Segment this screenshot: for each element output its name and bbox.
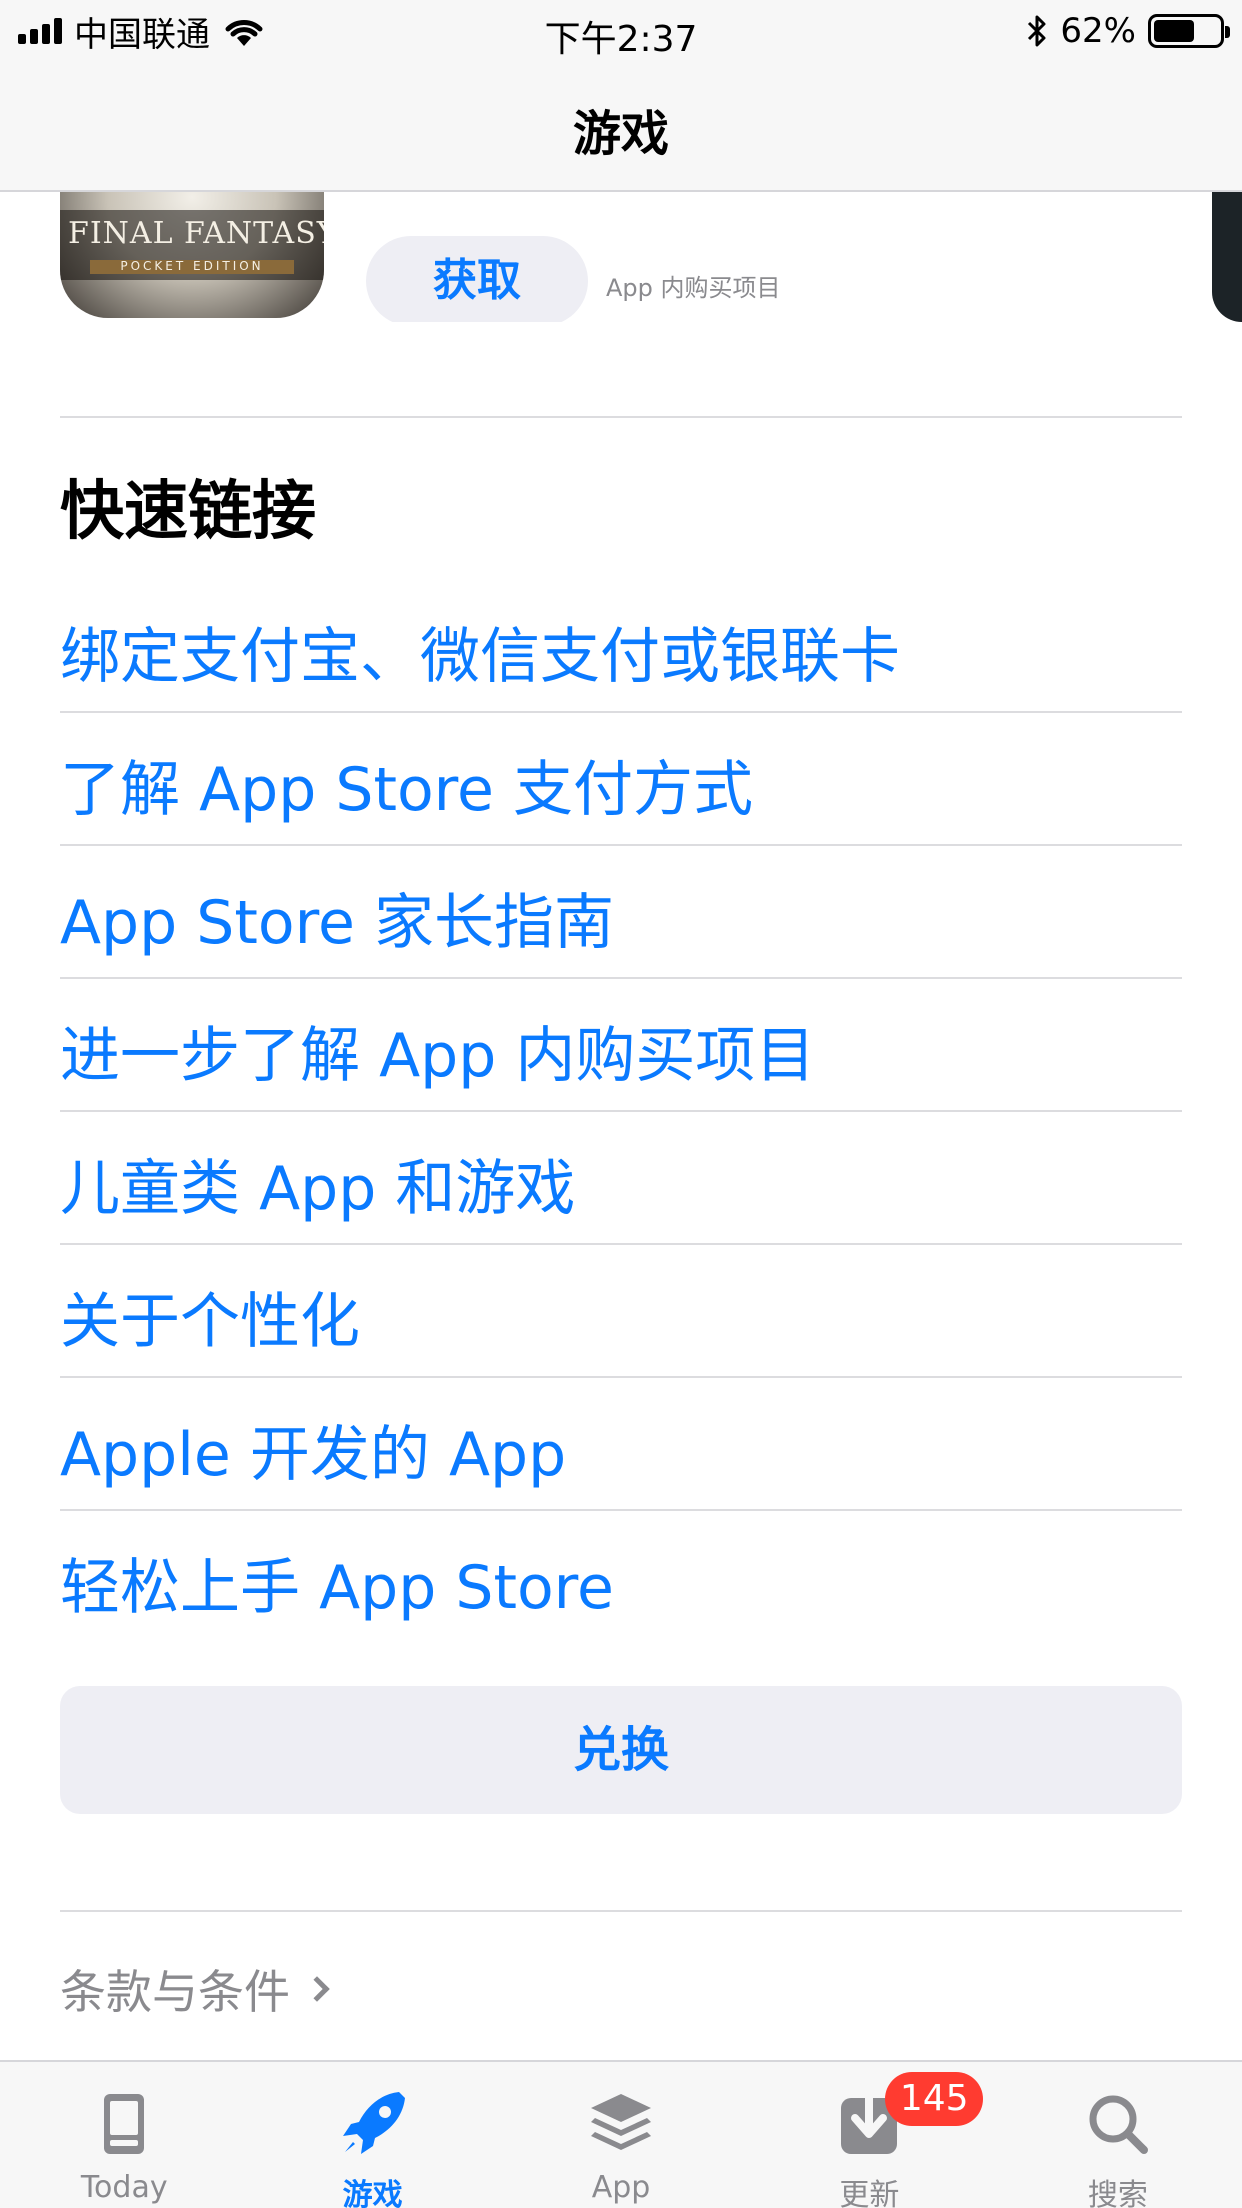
navigation-bar: 游戏 <box>0 62 1242 192</box>
terms-link[interactable]: 条款与条件 <box>60 1956 330 2022</box>
tab-bar: Today 游戏 App 145 更新 搜索 <box>0 2060 1242 2208</box>
quick-link-item[interactable]: Apple 开发的 App <box>60 1378 1182 1511</box>
battery-icon <box>1148 14 1230 48</box>
tab-label: Today <box>80 2170 168 2205</box>
quick-link-item[interactable]: 儿童类 App 和游戏 <box>60 1112 1182 1245</box>
app-icon-title: FINAL FANTASY XV <box>68 216 324 251</box>
quick-link-item[interactable]: 进一步了解 App 内购买项目 <box>60 979 1182 1112</box>
quick-link-item[interactable]: 轻松上手 App Store <box>60 1511 1182 1644</box>
battery-fill <box>1154 20 1194 42</box>
tab-updates[interactable]: 145 更新 <box>745 2062 993 2208</box>
bluetooth-icon <box>1028 15 1046 47</box>
quick-link-item[interactable]: 了解 App Store 支付方式 <box>60 713 1182 846</box>
get-button[interactable]: 获取 <box>366 236 588 322</box>
layers-icon <box>591 2094 652 2150</box>
chevron-right-icon <box>304 1976 330 2002</box>
app-icon-subtitle: POCKET EDITION <box>120 259 264 273</box>
search-icon <box>1089 2095 1148 2154</box>
redeem-button[interactable]: 兑换 <box>60 1686 1182 1814</box>
next-card-edge[interactable] <box>1212 192 1242 322</box>
quick-link-label[interactable]: 绑定支付宝、微信支付或银联卡 <box>60 608 900 695</box>
tab-search[interactable]: 搜索 <box>994 2062 1242 2208</box>
updates-badge: 145 <box>885 2072 984 2126</box>
tab-today[interactable]: Today <box>0 2062 248 2208</box>
quick-links-list: 绑定支付宝、微信支付或银联卡 了解 App Store 支付方式 App Sto… <box>60 580 1182 1644</box>
quick-link-item[interactable]: 绑定支付宝、微信支付或银联卡 <box>60 580 1182 713</box>
tab-label: 更新 <box>839 2178 900 2208</box>
quick-link-label[interactable]: 关于个性化 <box>60 1273 360 1360</box>
quick-links-title: 快速链接 <box>60 475 316 549</box>
quick-link-label[interactable]: App Store 家长指南 <box>60 874 614 961</box>
quick-link-label[interactable]: 了解 App Store 支付方式 <box>60 741 753 828</box>
quick-link-label[interactable]: 轻松上手 App Store <box>60 1539 614 1626</box>
tab-label: 游戏 <box>342 2178 403 2208</box>
rocket-icon <box>342 2092 405 2154</box>
status-right: 62% <box>1026 10 1230 52</box>
terms-label[interactable]: 条款与条件 <box>60 1956 290 2022</box>
tab-label: App <box>591 2170 651 2205</box>
quick-link-label[interactable]: 儿童类 App 和游戏 <box>60 1140 575 1227</box>
quick-link-item[interactable]: 关于个性化 <box>60 1245 1182 1378</box>
quick-link-label[interactable]: 进一步了解 App 内购买项目 <box>60 1007 815 1094</box>
app-card[interactable]: FINAL FANTASY XV POCKET EDITION 获取 App 内… <box>0 192 1242 322</box>
tab-label: 搜索 <box>1087 2178 1148 2208</box>
divider <box>60 1910 1182 1912</box>
battery-percent: 62% <box>1060 11 1136 51</box>
status-bar: 中国联通 下午2:37 62% <box>0 0 1242 62</box>
tab-apps[interactable]: App <box>497 2062 745 2208</box>
page-title: 游戏 <box>572 106 669 162</box>
quick-link-item[interactable]: App Store 家长指南 <box>60 846 1182 979</box>
tab-games[interactable]: 游戏 <box>248 2062 496 2208</box>
in-app-purchase-note: App 内购买项目 <box>606 274 781 302</box>
today-icon <box>104 2094 145 2154</box>
app-icon[interactable]: FINAL FANTASY XV POCKET EDITION <box>60 192 324 318</box>
quick-link-label[interactable]: Apple 开发的 App <box>60 1406 566 1493</box>
divider <box>60 416 1182 418</box>
